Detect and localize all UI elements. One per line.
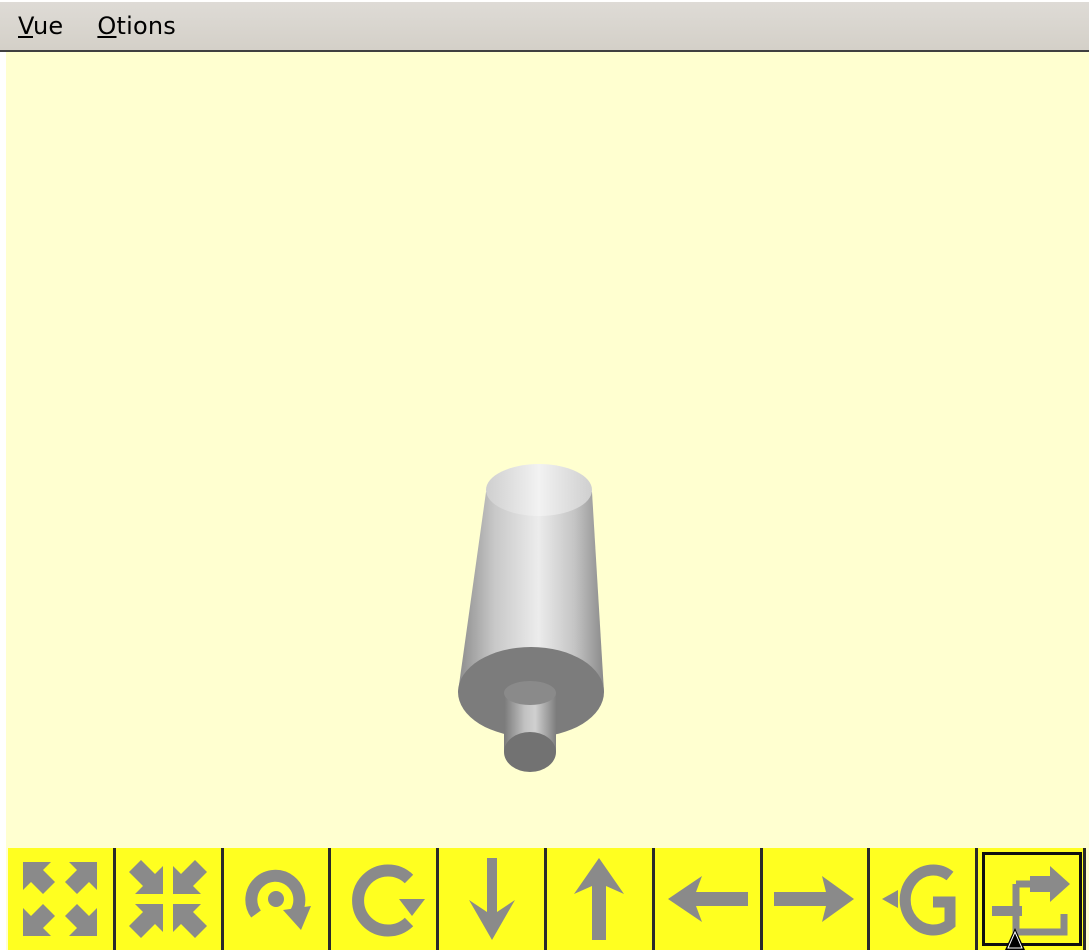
contract-view-button[interactable]: [115, 848, 224, 950]
move-down-button[interactable]: [439, 848, 547, 950]
rotate-clockwise-button[interactable]: [223, 848, 332, 950]
rotate-counterclockwise-button[interactable]: [331, 848, 440, 950]
menu-vue-label: ue: [33, 12, 64, 40]
cylinder-shaft-model: [458, 464, 604, 772]
menu-bar: Vue Otions: [0, 0, 1089, 52]
menu-options[interactable]: Otions: [97, 12, 176, 40]
rotate-ccw-icon: [351, 864, 425, 937]
arrow-left-icon: [668, 876, 749, 922]
navigation-toolbar: [8, 848, 1086, 950]
menu-options-mnemonic: O: [97, 12, 117, 40]
application-window: Vue Otions: [0, 0, 1089, 950]
menu-vue-mnemonic: V: [18, 12, 33, 40]
arrow-down-icon: [468, 858, 515, 940]
arrow-up-icon: [574, 858, 625, 940]
menu-vue[interactable]: Vue: [18, 12, 63, 40]
arrow-right-icon: [773, 876, 854, 922]
move-left-button[interactable]: [654, 848, 763, 950]
rotate-cw-icon: [245, 869, 311, 930]
viewport-canvas: [458, 464, 604, 772]
expand-arrows-icon: [23, 862, 98, 936]
undo-arrow-icon: [881, 864, 956, 936]
mouse-pointer-icon: [1005, 928, 1025, 950]
expand-view-button[interactable]: [8, 848, 116, 950]
contract-arrows-icon: [129, 860, 208, 938]
reset-view-button[interactable]: [870, 848, 979, 950]
exit-button[interactable]: [978, 848, 1086, 950]
3d-viewport[interactable]: [6, 52, 1089, 845]
move-up-button[interactable]: [546, 848, 655, 950]
move-right-button[interactable]: [762, 848, 871, 950]
menu-options-label: tions: [116, 12, 176, 40]
